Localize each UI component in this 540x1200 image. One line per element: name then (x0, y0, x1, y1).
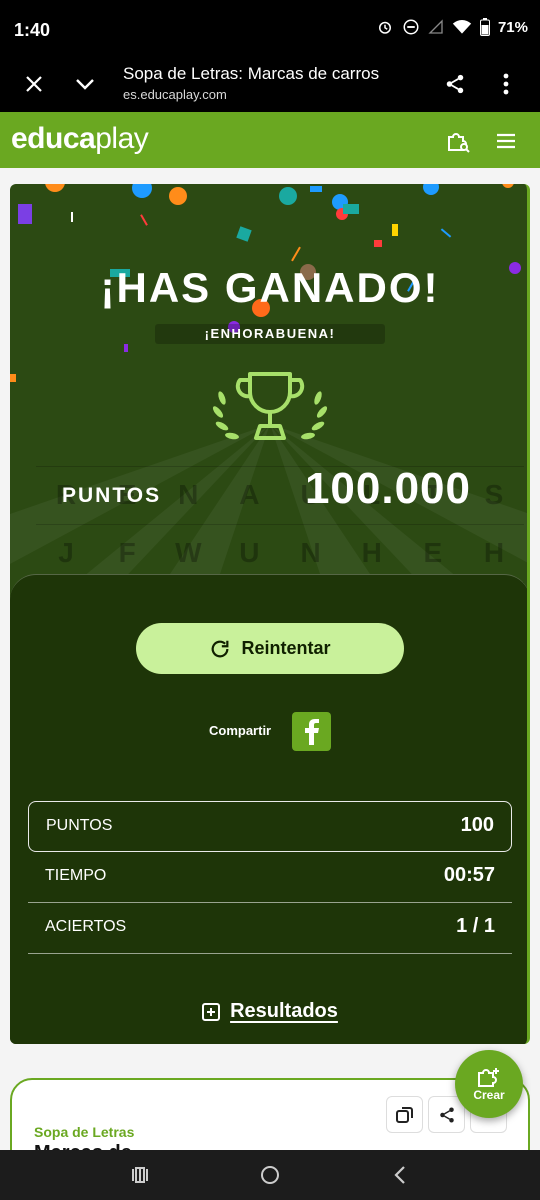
dnd-icon (403, 19, 419, 35)
grid-letter: N (300, 537, 321, 568)
grid-letter: N (178, 479, 199, 510)
grid-letter: W (175, 537, 202, 568)
home-circle-icon (261, 1166, 279, 1184)
share-row: Compartir (10, 711, 527, 751)
win-title: ¡HAS GANADO! (100, 264, 440, 311)
grid-letter: H (361, 537, 382, 568)
alarm-icon (378, 21, 391, 34)
more-vert-icon (503, 73, 509, 95)
status-icons: 71% (376, 18, 528, 36)
grid-letter: J (58, 537, 74, 568)
share-label: Compartir (209, 723, 272, 738)
results-panel: Reintentar Compartir PUNTOS 100 TIEMPO 0… (10, 574, 527, 1044)
plus-box-icon (202, 1002, 221, 1021)
system-nav-bar (0, 1150, 540, 1200)
stat-value: 100 (460, 814, 494, 836)
collapse-button[interactable] (69, 68, 101, 100)
puzzle-search-icon (448, 133, 470, 153)
back-button[interactable] (385, 1160, 415, 1190)
battery-icon (479, 18, 490, 36)
logo-educa: educa (11, 122, 96, 155)
status-time: 1:40 (14, 20, 51, 40)
close-icon (26, 76, 42, 92)
content-area: R E N A U L T S J F W U N H E H ¡HAS GAN… (0, 168, 540, 1188)
score-value: 100.000 (304, 464, 471, 513)
refresh-icon (212, 640, 229, 657)
recent-apps-button[interactable] (125, 1160, 155, 1190)
activity-type: Sopa de Letras (34, 1124, 135, 1140)
status-bar: 1:40 71% (0, 0, 540, 56)
game-result-card: R E N A U L T S J F W U N H E H ¡HAS GAN… (10, 184, 530, 1044)
back-icon (394, 1166, 405, 1184)
stat-row-hits: ACIERTOS 1 / 1 (28, 903, 512, 954)
results-link[interactable]: Resultados (10, 1000, 527, 1023)
share-page-button[interactable] (439, 68, 471, 100)
create-label: Crear (473, 1088, 505, 1102)
menu-button[interactable] (491, 126, 521, 156)
grid-letter: E (423, 537, 443, 568)
stat-name: TIEMPO (45, 867, 107, 884)
hamburger-icon (497, 133, 515, 149)
copy-icon (395, 1106, 413, 1123)
battery-percent: 71% (497, 18, 528, 36)
facebook-icon (304, 718, 319, 745)
grid-letter: S (484, 479, 504, 510)
recents-icon (132, 1167, 148, 1183)
site-header: educaplay (0, 112, 540, 168)
browser-bar: Sopa de Letras: Marcas de carros es.educ… (0, 56, 540, 112)
wifi-icon (452, 20, 472, 34)
grid-letter: F (118, 537, 136, 568)
stat-row-points: PUNTOS 100 (28, 801, 512, 852)
retry-button[interactable]: Reintentar (136, 623, 404, 674)
search-activities-button[interactable] (443, 126, 473, 156)
page-title: Sopa de Letras: Marcas de carros (123, 64, 380, 83)
trophy-icon (212, 372, 328, 440)
stat-name: ACIERTOS (45, 918, 127, 935)
grid-letter: A (239, 479, 260, 510)
puzzle-plus-icon (478, 1068, 499, 1087)
share-icon (446, 74, 464, 94)
stat-name: PUNTOS (46, 817, 113, 834)
stats-table: PUNTOS 100 TIEMPO 00:57 ACIERTOS 1 / 1 (28, 801, 512, 954)
grid-letter: H (483, 537, 505, 568)
copy-button[interactable] (386, 1096, 423, 1133)
facebook-share-button[interactable] (292, 712, 331, 751)
grid-letter: U (239, 537, 260, 568)
create-button[interactable]: Crear (455, 1050, 523, 1118)
home-button[interactable] (255, 1160, 285, 1190)
educaplay-logo[interactable]: educaplay (11, 122, 149, 156)
logo-play: play (95, 122, 149, 155)
results-link-label: Resultados (230, 1000, 338, 1022)
win-subtitle: ¡ENHORABUENA! (155, 324, 385, 344)
stat-value: 1 / 1 (456, 915, 495, 937)
retry-label: Reintentar (241, 638, 331, 658)
share-icon (439, 1107, 454, 1122)
chevron-down-icon (76, 79, 94, 90)
stat-row-time: TIEMPO 00:57 (28, 852, 512, 903)
stat-value: 00:57 (443, 864, 495, 886)
more-options-button[interactable] (490, 68, 522, 100)
no-signal-icon (428, 19, 443, 34)
score-label: PUNTOS (62, 484, 162, 507)
page-url: es.educaplay.com (123, 87, 227, 102)
close-tab-button[interactable] (18, 68, 50, 100)
